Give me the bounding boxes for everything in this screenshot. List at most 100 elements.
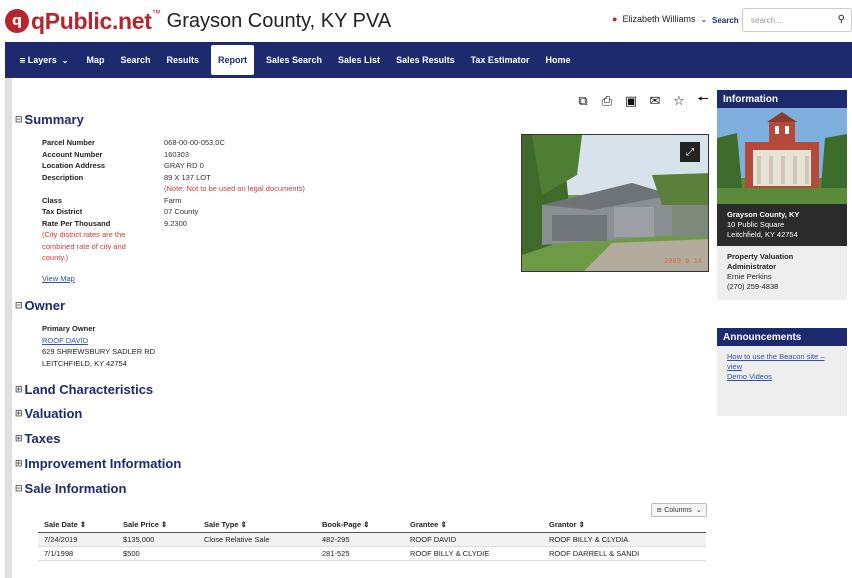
print-icon[interactable]: ⎙: [595, 93, 619, 109]
expand-section-icon: ⊞: [15, 458, 23, 469]
owner-address-1: 629 SHREWSBURY SADLER RD: [42, 347, 156, 356]
search-placeholder: search...: [751, 15, 782, 25]
columns-label: Columns: [664, 506, 692, 514]
summary-table: Parcel Number 068-00-00-053.0C Account Nu…: [42, 137, 305, 284]
chevron-down-icon: ⌄: [61, 55, 69, 65]
pva-phone: (270) 259-4838: [727, 282, 779, 291]
layers-icon: ≡: [19, 55, 26, 65]
chevron-down-icon: ⌄: [695, 507, 702, 514]
announcements-title: Announcements: [717, 328, 847, 346]
sale-table: Sale Date ⇕ Sale Price ⇕ Sale Type ⇕ Boo…: [38, 518, 706, 561]
announcement-link-line-2: Demo Videos: [727, 372, 772, 381]
description-note: (Note: Not to be used on legal documents…: [164, 184, 305, 193]
search-icon[interactable]: ⚲: [838, 14, 845, 25]
user-icon: ●: [612, 14, 618, 24]
nav-report[interactable]: Report: [210, 45, 254, 75]
land-characteristics-header[interactable]: ⊞ Land Characteristics: [15, 382, 153, 397]
table-header-row: Sale Date ⇕ Sale Price ⇕ Sale Type ⇕ Boo…: [38, 518, 706, 533]
search-label: Search: [712, 16, 739, 25]
chevron-down-icon: ⌄: [700, 14, 708, 24]
nav-map[interactable]: Map: [78, 42, 112, 78]
collapse-icon: ⊟: [15, 114, 23, 125]
col-grantor[interactable]: Grantor ⇕: [543, 518, 706, 533]
site-header: q qPublic.net ™ Grayson County, KY PVA ●…: [0, 0, 852, 42]
user-menu[interactable]: ● Elizabeth Williams ⌄: [612, 14, 707, 24]
rate-note-1: (City district rates are the: [42, 230, 126, 239]
nav-home[interactable]: Home: [537, 42, 578, 78]
main-nav: ≡ Layers ⌄ Map Search Results Report Sal…: [5, 42, 852, 78]
information-title: Information: [717, 90, 847, 108]
cell: $500: [117, 546, 198, 561]
announcement-link-line-1: How to use the Beacon site – view: [727, 352, 825, 371]
county-contact: Grayson County, KY 10 Public Square Leit…: [717, 204, 847, 246]
columns-button[interactable]: ≡ Columns ⌄: [651, 503, 707, 517]
class-label: Class: [42, 195, 63, 205]
pva-title-2: Administrator: [727, 262, 777, 271]
collapse-icon: ⊟: [15, 483, 23, 494]
nav-layers-label: Layers: [27, 55, 57, 65]
rate-value: 9.2300: [164, 218, 187, 228]
valuation-header[interactable]: ⊞ Valuation: [15, 406, 82, 421]
sale-information-header[interactable]: ⊟ Sale Information: [15, 481, 126, 496]
pva-name: Ernie Perkins: [727, 272, 772, 281]
cell: 7/24/2019: [38, 532, 117, 547]
taxes-header[interactable]: ⊞ Taxes: [15, 431, 60, 446]
owner-title: Owner: [24, 298, 66, 313]
pva-title-1: Property Valuation: [727, 252, 794, 261]
star-icon[interactable]: ☆: [667, 93, 691, 109]
qpublic-logo[interactable]: q qPublic.net ™ Grayson County, KY PVA: [5, 7, 391, 35]
cell: ROOF BILLY & CLYDIE: [404, 546, 543, 561]
announcements-body: How to use the Beacon site – view Demo V…: [717, 346, 847, 416]
rate-note-2: combined rate of city and: [42, 241, 126, 251]
col-sale-date[interactable]: Sale Date ⇕: [38, 518, 117, 533]
col-sale-price[interactable]: Sale Price ⇕: [117, 518, 198, 533]
description-value: 89 X 137 LOT: [164, 172, 211, 182]
expand-section-icon: ⊞: [15, 384, 23, 395]
valuation-title: Valuation: [24, 406, 83, 421]
cell: [198, 546, 316, 561]
image-icon[interactable]: ▣: [619, 93, 643, 109]
improvement-header[interactable]: ⊞ Improvement Information: [15, 456, 181, 471]
left-accent-bar: [5, 78, 12, 578]
nav-sales-list[interactable]: Sales List: [330, 42, 388, 78]
logo-badge-icon: q: [5, 9, 29, 33]
back-arrow-icon[interactable]: 🠔: [691, 92, 715, 109]
nav-layers[interactable]: ≡ Layers ⌄: [5, 42, 78, 78]
expand-icon[interactable]: ⤢: [680, 142, 700, 162]
share-icon[interactable]: ⧉: [571, 93, 595, 109]
col-grantee[interactable]: Grantee ⇕: [404, 518, 543, 533]
logo-text: qPublic.net: [31, 7, 152, 34]
nav-sales-search[interactable]: Sales Search: [258, 42, 330, 78]
user-name: Elizabeth Williams: [622, 14, 696, 24]
land-characteristics-title: Land Characteristics: [24, 382, 154, 397]
announcement-link[interactable]: How to use the Beacon site – view Demo V…: [727, 352, 837, 382]
nav-tax-estimator[interactable]: Tax Estimator: [463, 42, 538, 78]
tax-district-value: 07 County: [164, 207, 199, 216]
owner-address-2: LEITCHFIELD, KY 42754: [42, 358, 127, 368]
email-icon[interactable]: ✉: [643, 93, 667, 109]
nav-search[interactable]: Search: [112, 42, 158, 78]
col-sale-type[interactable]: Sale Type ⇕: [198, 518, 316, 533]
courthouse-image: [717, 108, 847, 204]
expand-section-icon: ⊞: [15, 408, 23, 419]
photo-date-stamp: 2009 9 14: [664, 257, 702, 265]
table-row: 7/1/1998 $500 281-525 ROOF BILLY & CLYDI…: [38, 546, 706, 561]
summary-header[interactable]: ⊟ Summary: [15, 112, 84, 127]
owner-name-link[interactable]: ROOF DAVID: [42, 335, 155, 347]
search-input[interactable]: search... ⚲: [742, 8, 852, 32]
nav-results[interactable]: Results: [158, 42, 207, 78]
improvement-title: Improvement Information: [24, 456, 182, 471]
cell: $135,000: [117, 532, 198, 547]
columns-icon: ≡: [656, 506, 663, 514]
expand-section-icon: ⊞: [15, 433, 23, 444]
pva-contact: Property Valuation Administrator Ernie P…: [717, 246, 847, 300]
nav-sales-results[interactable]: Sales Results: [388, 42, 463, 78]
tax-district-label: Tax District: [42, 207, 83, 216]
owner-header[interactable]: ⊟ Owner: [15, 298, 65, 313]
view-map-link[interactable]: View Map: [42, 273, 305, 285]
announcements-panel: Announcements How to use the Beacon site…: [717, 328, 847, 416]
cell: 482-295: [316, 532, 404, 547]
col-book-page[interactable]: Book-Page ⇕: [316, 518, 404, 533]
table-row: 7/24/2019 $135,000 Close Relative Sale 4…: [38, 532, 706, 547]
property-photo[interactable]: ⤢ 2009 9 14: [521, 134, 709, 272]
